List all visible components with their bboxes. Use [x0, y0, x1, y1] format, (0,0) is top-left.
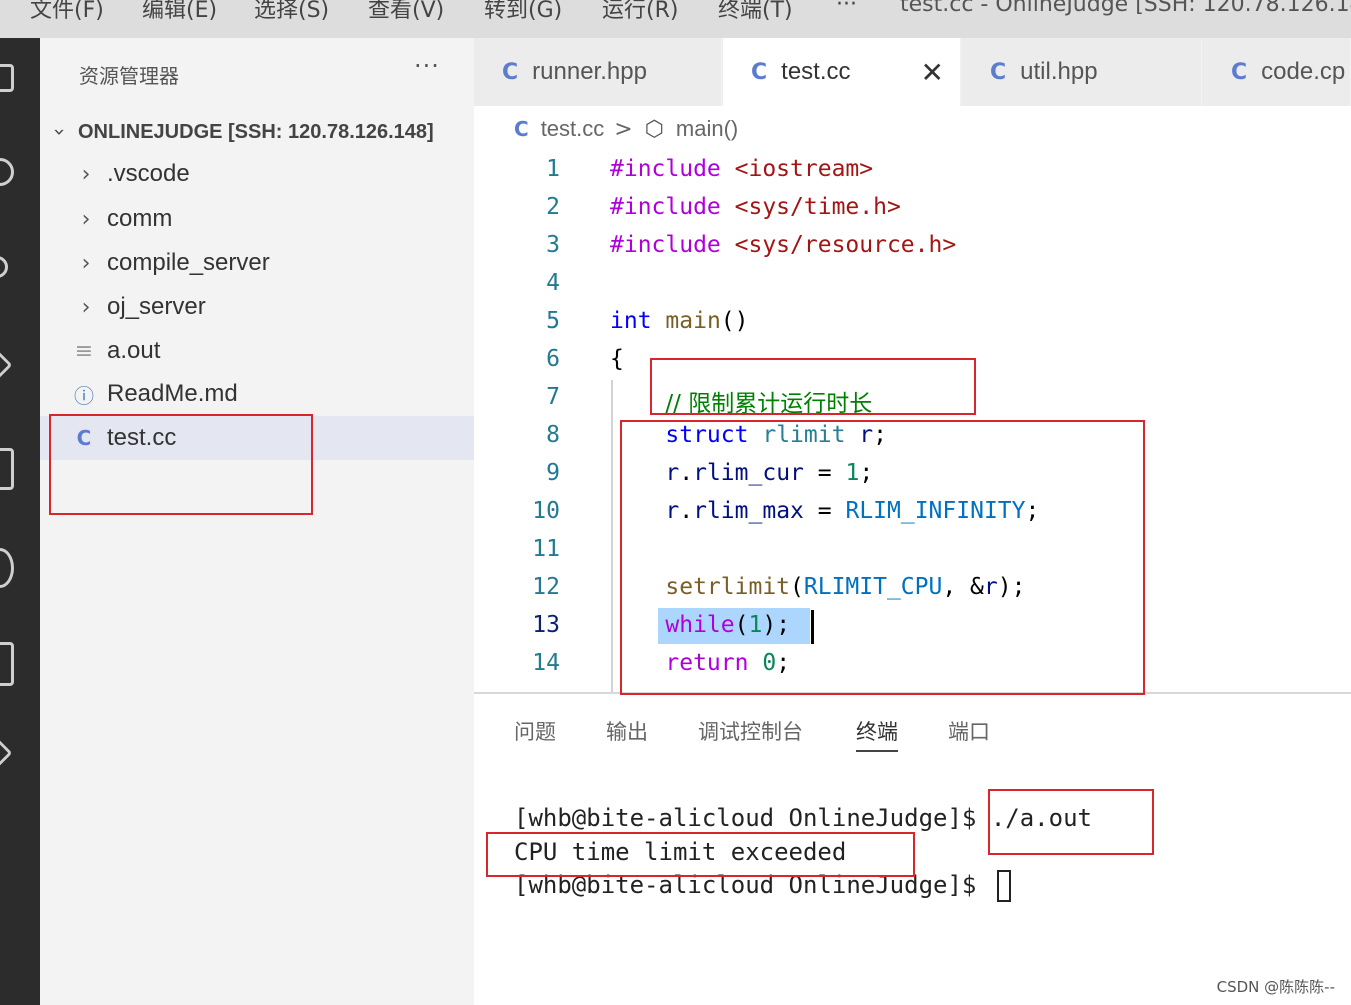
code-line[interactable]: 3 #include <sys/resource.h>	[474, 228, 1351, 266]
tree-item-label: ReadMe.md	[107, 380, 238, 407]
breadcrumb: C test.cc > ⬡ main()	[474, 106, 1351, 152]
remote-explorer-icon[interactable]	[0, 548, 14, 588]
line-number: 7	[546, 384, 560, 410]
menu-go[interactable]: 转到(G)	[484, 0, 562, 24]
cpp-file-icon: C	[514, 117, 529, 141]
tree-item-label: comm	[107, 205, 173, 232]
annotation-box	[988, 789, 1154, 855]
annotation-box	[650, 358, 976, 415]
source-control-icon[interactable]	[0, 256, 8, 278]
tree-item-a-out[interactable]: ≡ a.out	[40, 329, 474, 373]
tab-label: runner.hpp	[532, 58, 647, 85]
tree-item-label: oj_server	[107, 293, 206, 320]
tab-code-cpp[interactable]: C code.cp	[1203, 38, 1351, 106]
database-icon[interactable]	[0, 642, 14, 686]
line-number: 13	[532, 612, 560, 638]
chevron-right-icon: ›	[81, 250, 91, 276]
tab-label: code.cp	[1261, 58, 1346, 85]
line-number: 14	[532, 650, 560, 676]
workspace-root-label: ONLINEJUDGE [SSH: 120.78.126.148]	[78, 120, 434, 143]
menu-edit[interactable]: 编辑(E)	[142, 0, 217, 24]
close-icon[interactable]: ✕	[921, 56, 944, 89]
tree-item-oj-server[interactable]: › oj_server	[40, 285, 474, 329]
tab-ports[interactable]: 端口	[948, 716, 990, 746]
tab-debug-console[interactable]: 调试控制台	[698, 716, 803, 746]
watermark: CSDN @陈陈陈--	[1216, 978, 1335, 996]
line-number: 6	[546, 346, 560, 372]
editor-tabs: C runner.hpp C test.cc ✕ C util.hpp C co…	[474, 38, 1351, 106]
annotation-box	[49, 414, 313, 515]
chevron-icon[interactable]	[0, 737, 13, 769]
breadcrumb-file[interactable]: test.cc	[541, 116, 605, 142]
tab-label: util.hpp	[1020, 58, 1098, 85]
menu-view[interactable]: 查看(V)	[368, 0, 444, 24]
explorer-title: 资源管理器	[79, 64, 179, 88]
tree-item-readme[interactable]: ⓘ ReadMe.md	[40, 372, 474, 416]
tab-util-hpp[interactable]: C util.hpp	[962, 38, 1202, 106]
code-line[interactable]: 2 #include <sys/time.h>	[474, 190, 1351, 228]
menu-more[interactable]: ···	[836, 0, 857, 17]
workspace-root[interactable]: › ONLINEJUDGE [SSH: 120.78.126.148]	[48, 116, 434, 148]
cpp-file-icon: C	[990, 59, 1007, 85]
file-lines-icon: ≡	[74, 338, 94, 364]
code-line[interactable]: 5 int main()	[474, 304, 1351, 342]
tree-item-label: .vscode	[107, 160, 190, 187]
more-actions-button[interactable]: ···	[414, 52, 440, 80]
breadcrumb-separator: >	[614, 116, 633, 142]
cpp-file-icon: C	[751, 59, 768, 85]
search-icon[interactable]	[0, 158, 14, 186]
annotation-box	[620, 420, 1145, 695]
menu-run[interactable]: 运行(R)	[602, 0, 678, 24]
menu-bar: 文件(F) 编辑(E) 选择(S) 查看(V) 转到(G) 运行(R) 终端(T…	[0, 0, 1351, 38]
annotation-box	[486, 832, 915, 877]
activity-bar	[0, 38, 40, 1005]
tree-item-vscode[interactable]: › .vscode	[40, 152, 474, 196]
tab-terminal[interactable]: 终端	[856, 716, 898, 752]
code-line[interactable]: 1 #include <iostream>	[474, 152, 1351, 190]
chevron-right-icon: ›	[81, 161, 91, 187]
line-number: 4	[546, 270, 560, 296]
line-number: 1	[546, 156, 560, 182]
cpp-file-icon: C	[502, 59, 519, 85]
run-debug-icon[interactable]	[0, 349, 13, 381]
chevron-down-icon: ›	[48, 128, 72, 136]
tree-item-comm[interactable]: › comm	[40, 197, 474, 241]
tab-label: test.cc	[781, 58, 851, 85]
chevron-right-icon: ›	[81, 206, 91, 232]
menu-file[interactable]: 文件(F)	[30, 0, 104, 24]
line-number: 11	[532, 536, 560, 562]
window-title: test.cc - OnlineJudge [SSH: 120.78.126.1…	[900, 0, 1351, 17]
info-icon: ⓘ	[74, 383, 94, 408]
line-number: 8	[546, 422, 560, 448]
tab-output[interactable]: 输出	[606, 716, 648, 746]
line-number: 9	[546, 460, 560, 486]
breadcrumb-symbol[interactable]: main()	[676, 116, 738, 142]
cpp-file-icon: C	[1231, 59, 1248, 85]
chevron-right-icon: ›	[81, 294, 91, 320]
tree-item-label: a.out	[107, 337, 161, 364]
line-number: 2	[546, 194, 560, 220]
line-number: 3	[546, 232, 560, 258]
menu-terminal[interactable]: 终端(T)	[718, 0, 793, 24]
tree-item-compile-server[interactable]: › compile_server	[40, 241, 474, 285]
cube-icon: ⬡	[644, 116, 664, 142]
tab-runner-hpp[interactable]: C runner.hpp	[474, 38, 722, 106]
line-number: 10	[532, 498, 560, 524]
tab-problems[interactable]: 问题	[514, 716, 556, 746]
extensions-icon[interactable]	[0, 448, 14, 490]
tree-item-label: compile_server	[107, 249, 270, 276]
line-number: 5	[546, 308, 560, 334]
terminal-cursor	[996, 870, 1011, 902]
explorer-icon[interactable]	[0, 64, 14, 92]
line-number: 12	[532, 574, 560, 600]
menu-selection[interactable]: 选择(S)	[254, 0, 329, 24]
explorer-sidebar: 资源管理器 ··· › ONLINEJUDGE [SSH: 120.78.126…	[40, 38, 474, 1005]
code-line[interactable]: 4	[474, 266, 1351, 304]
tab-test-cc[interactable]: C test.cc ✕	[723, 38, 961, 106]
